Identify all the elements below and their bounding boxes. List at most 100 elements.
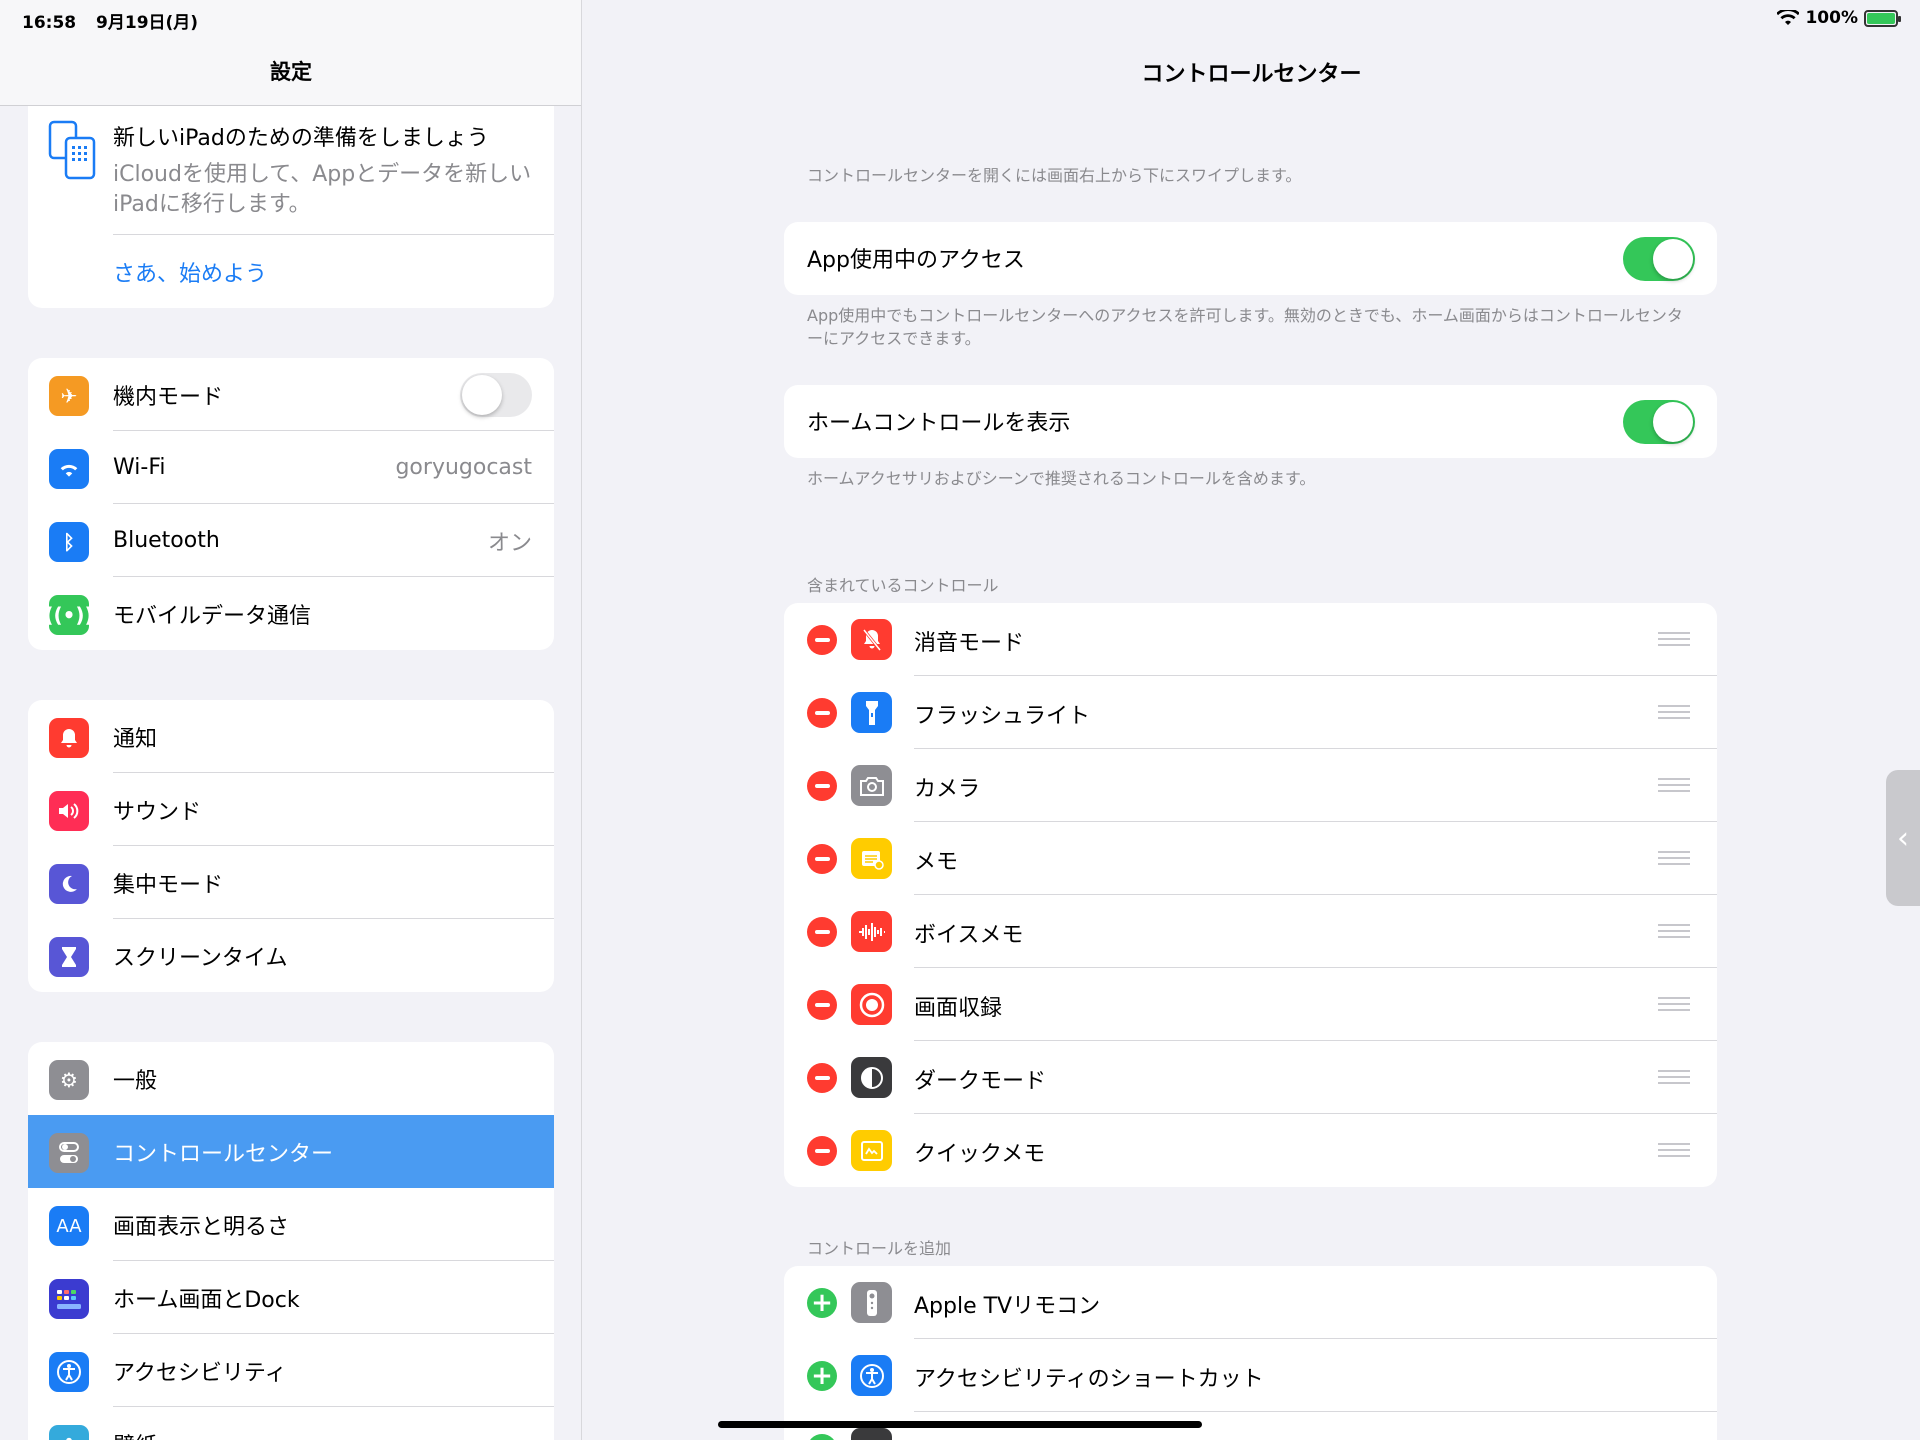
- sidebar-item-wifi[interactable]: Wi-Fi goryugocast: [28, 431, 554, 504]
- add-button[interactable]: +: [807, 1288, 837, 1318]
- add-button[interactable]: +: [807, 1361, 837, 1391]
- bluetooth-status: オン: [487, 530, 532, 556]
- control-label: ダークモード: [914, 1069, 1047, 1094]
- included-control-row[interactable]: フラッシュライト: [784, 676, 1717, 749]
- sidebar-item-home-screen[interactable]: ホーム画面とDock: [28, 1261, 554, 1334]
- sidebar-item-label: モバイルデータ通信: [113, 603, 312, 629]
- sidebar-item-mobile-data[interactable]: ((•)) モバイルデータ通信: [28, 577, 554, 650]
- slide-over-tab[interactable]: ‹: [1886, 770, 1920, 906]
- remove-button[interactable]: [807, 625, 837, 655]
- app-access-note: App使用中でもコントロールセンターへのアクセスを許可します。無効のときでも、ホ…: [807, 306, 1683, 348]
- sidebar-item-notifications[interactable]: 通知: [28, 700, 554, 773]
- sidebar-item-bluetooth[interactable]: ᛒ Bluetooth オン: [28, 504, 554, 577]
- reorder-handle[interactable]: [1658, 705, 1690, 719]
- sidebar-item-label: Bluetooth: [113, 528, 220, 553]
- reorder-handle[interactable]: [1658, 997, 1690, 1011]
- control-label: フラッシュライト: [914, 704, 1091, 729]
- moon-icon: [49, 864, 89, 904]
- sidebar-item-accessibility[interactable]: アクセシビリティ: [28, 1334, 554, 1407]
- connectivity-group: ✈ 機内モード Wi-Fi goryugocast ᛒ Bluetooth オン…: [28, 358, 554, 650]
- dark-mode-icon: [851, 1057, 892, 1098]
- included-control-row[interactable]: 消音モード: [784, 603, 1717, 676]
- get-started-link[interactable]: さあ、始めよう: [113, 256, 267, 288]
- accessibility-icon: [49, 1352, 89, 1392]
- included-control-row[interactable]: クイックメモ: [784, 1114, 1717, 1187]
- sidebar-item-label: 集中モード: [113, 872, 224, 898]
- add-button[interactable]: +: [807, 1434, 837, 1440]
- control-label: クイックメモ: [914, 1142, 1046, 1167]
- sidebar-item-screen-time[interactable]: スクリーンタイム: [28, 919, 554, 992]
- sidebar-item-label: アクセシビリティ: [113, 1360, 287, 1386]
- remove-button[interactable]: [807, 1136, 837, 1166]
- remove-button[interactable]: [807, 1063, 837, 1093]
- remove-button[interactable]: [807, 771, 837, 801]
- home-controls-card: ホームコントロールを表示: [784, 385, 1717, 458]
- more-controls-list: + Apple TVリモコン + アクセシビリティのショートカット +: [784, 1266, 1717, 1440]
- status-time: 16:58: [22, 13, 77, 33]
- text-size-icon: AA: [49, 1206, 89, 1246]
- addable-control-row[interactable]: + Apple TVリモコン: [784, 1266, 1717, 1339]
- remove-button[interactable]: [807, 844, 837, 874]
- included-control-row[interactable]: メモ: [784, 822, 1717, 895]
- included-controls-header: 含まれているコントロール: [807, 576, 999, 595]
- reorder-handle[interactable]: [1658, 851, 1690, 865]
- included-control-row[interactable]: 画面収録: [784, 968, 1717, 1041]
- reorder-handle[interactable]: [1658, 632, 1690, 646]
- sidebar-item-label: Wi-Fi: [113, 455, 166, 480]
- control-label: 画面収録: [914, 996, 1003, 1021]
- status-bar: 16:58 9月19日(月) 100%: [0, 0, 1920, 34]
- app-access-toggle[interactable]: [1623, 237, 1695, 281]
- control-label: 消音モード: [914, 631, 1025, 656]
- sidebar-item-control-center[interactable]: コントロールセンター: [28, 1115, 554, 1188]
- reorder-handle[interactable]: [1658, 1143, 1690, 1157]
- accessibility-icon: [851, 1355, 892, 1396]
- sidebar-item-focus[interactable]: 集中モード: [28, 846, 554, 919]
- reorder-handle[interactable]: [1658, 1070, 1690, 1084]
- sidebar-item-airplane-mode[interactable]: ✈ 機内モード: [28, 358, 554, 431]
- sidebar-title: 設定: [270, 60, 312, 84]
- addable-control-row[interactable]: + アクセシビリティのショートカット: [784, 1339, 1717, 1412]
- sidebar-item-label: スクリーンタイム: [113, 945, 288, 971]
- remove-button[interactable]: [807, 990, 837, 1020]
- included-control-row[interactable]: ダークモード: [784, 1041, 1717, 1114]
- status-date: 9月19日(月): [96, 13, 199, 33]
- battery-percent: 100%: [1805, 8, 1858, 28]
- app-access-label: App使用中のアクセス: [807, 248, 1025, 273]
- remove-button[interactable]: [807, 698, 837, 728]
- page-title: コントロールセンター: [1141, 62, 1362, 87]
- sidebar-item-label: 壁紙: [113, 1428, 157, 1440]
- control-label: アクセシビリティのショートカット: [914, 1367, 1264, 1392]
- promo-title: 新しいiPadのための準備をしましょう: [113, 126, 489, 151]
- control-label: Apple TVリモコン: [914, 1294, 1101, 1319]
- sidebar-item-sound[interactable]: サウンド: [28, 773, 554, 846]
- sidebar-item-wallpaper[interactable]: ✿ 壁紙: [28, 1407, 554, 1440]
- airplane-mode-toggle[interactable]: [460, 373, 532, 417]
- airplane-icon: ✈: [49, 376, 89, 416]
- sidebar-item-label: 機内モード: [113, 384, 224, 410]
- included-control-row[interactable]: カメラ: [784, 749, 1717, 822]
- control-icon: [851, 1428, 892, 1440]
- camera-icon: [851, 765, 892, 806]
- hourglass-icon: [49, 937, 89, 977]
- control-label: カメラ: [914, 777, 981, 802]
- sidebar-item-label: コントロールセンター: [113, 1141, 334, 1167]
- reorder-handle[interactable]: [1658, 778, 1690, 792]
- bell-icon: [49, 718, 89, 758]
- sidebar-item-general[interactable]: ⚙ 一般: [28, 1042, 554, 1115]
- promo-card: 新しいiPadのための準備をしましょう iCloudを使用して、Appとデータを…: [28, 106, 554, 308]
- sidebar-item-display[interactable]: AA 画面表示と明るさ: [28, 1188, 554, 1261]
- battery-icon: [1864, 9, 1901, 27]
- wifi-icon: [49, 449, 89, 489]
- sidebar-item-label: ホーム画面とDock: [113, 1287, 300, 1313]
- reorder-handle[interactable]: [1658, 924, 1690, 938]
- promo-description: iCloudを使用して、Appとデータを新しいiPadに移行します。: [113, 162, 532, 217]
- quick-note-icon: [851, 1130, 892, 1171]
- home-indicator[interactable]: [718, 1421, 1202, 1428]
- included-control-row[interactable]: ボイスメモ: [784, 895, 1717, 968]
- sidebar-item-label: 一般: [113, 1068, 158, 1094]
- remote-icon: [851, 1282, 892, 1323]
- bell-slash-icon: [851, 619, 892, 660]
- remove-button[interactable]: [807, 917, 837, 947]
- home-controls-toggle[interactable]: [1623, 400, 1695, 444]
- notifications-group: 通知 サウンド 集中モード スクリーンタイム: [28, 700, 554, 992]
